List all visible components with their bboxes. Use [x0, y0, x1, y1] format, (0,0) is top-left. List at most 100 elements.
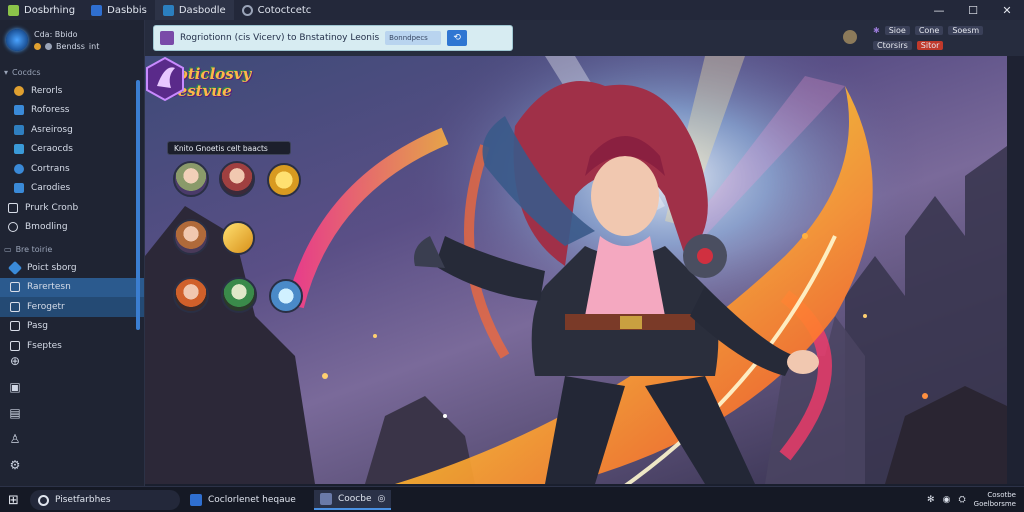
toolbar-right: ✱ Sioe Cone Soesm Ctorsirs Sitor [873, 23, 1023, 55]
sidebar-item[interactable]: Asreirosg [0, 120, 144, 140]
sidebar-item-label: Pasg [27, 321, 48, 332]
sidebar-item-label: Rerorls [31, 85, 63, 96]
sidebar-section-header[interactable]: ▾ Cocdcs [0, 60, 144, 81]
sidebar-item[interactable]: Prurk Cronb [0, 198, 144, 218]
item-icon [7, 260, 23, 275]
item-icon [14, 124, 24, 135]
sidebar-section-label: Bre toirie [15, 245, 53, 254]
sidebar-header-suffix: int [88, 41, 100, 51]
close-button[interactable]: ✕ [990, 0, 1024, 20]
character-portrait[interactable] [173, 277, 209, 313]
sidebar-item[interactable]: Carodies [0, 179, 144, 199]
notification-icon[interactable]: ◉ [943, 495, 951, 505]
sidebar-item[interactable]: Ceraocds [0, 140, 144, 160]
globe-icon: ◎ [377, 494, 386, 504]
taskbar: ⊞ Pisetfarbhes Coclorlenet heqaue Coocbe… [0, 486, 1024, 512]
app-icon [8, 4, 19, 16]
sidebar-section-header[interactable]: ▭ Bre toirie [0, 237, 144, 258]
character-portrait[interactable] [221, 277, 257, 313]
sidebar-item-label: Carodies [31, 183, 71, 194]
tab-2[interactable]: Dasbbis [83, 0, 155, 20]
address-bar[interactable]: Rogriotionn (cis Vicerv) to Bnstatinoy L… [153, 25, 513, 51]
sidebar-item-label: Cortrans [31, 163, 70, 174]
folder-icon [8, 202, 18, 213]
archive-icon[interactable]: ▤ [8, 406, 22, 420]
tab-4[interactable]: Cotoctcetc [234, 0, 320, 20]
chevron-down-icon: ▾ [4, 68, 9, 77]
crystal-emblem-icon[interactable] [269, 279, 303, 313]
tab-1[interactable]: Dosbrhing [0, 0, 83, 20]
download-icon[interactable]: ⊕ [8, 354, 22, 368]
tab-bar: Dosbrhing Dasbbis Dasbodle Cotoctcetc — … [0, 0, 1024, 20]
sidebar-item-label: Asreirosg [31, 124, 73, 135]
sidebar-item[interactable]: Fseptes [0, 336, 144, 356]
sidebar-item-selected[interactable]: Rarertesn [0, 277, 144, 297]
taskbar-app-label: Coclorlenet heqaue [208, 495, 296, 505]
sidebar-item[interactable]: Rerorls [0, 81, 144, 101]
sidebar-item[interactable]: Cortrans [0, 159, 144, 179]
refresh-button[interactable]: ⟲ [447, 30, 468, 46]
globe-icon [241, 4, 253, 16]
toolbar-badge[interactable]: Cone [914, 26, 944, 35]
sidebar-item[interactable]: Poict sborg [0, 258, 144, 278]
toolbar-badge[interactable]: Sioe [884, 26, 910, 35]
tab-label: Cotoctcetc [257, 4, 312, 16]
sidebar-item[interactable]: Pasg [0, 317, 144, 337]
minimize-button[interactable]: — [922, 0, 956, 20]
app-icon [162, 4, 174, 16]
search-icon [38, 494, 49, 506]
window-icon[interactable]: ▣ [8, 380, 22, 394]
item-icon [14, 163, 24, 174]
clock[interactable]: Cosotbe Goelborsme [974, 491, 1016, 509]
sidebar-item[interactable]: Bmodling [0, 218, 144, 238]
taskbar-search[interactable]: Pisetfarbhes [30, 490, 180, 510]
tab-label: Dasbbis [107, 4, 147, 16]
toolbar-badge[interactable]: Ctorsirs [873, 41, 912, 50]
toolbar-badge[interactable]: Soesm [948, 26, 984, 35]
scrollbar-track[interactable] [1007, 56, 1024, 484]
sidebar-item-selected[interactable]: Ferogetr [0, 297, 144, 317]
character-portrait[interactable] [219, 161, 255, 197]
taskbar-search-label: Pisetfarbhes [55, 495, 111, 505]
skill-badge-icon[interactable] [145, 56, 185, 102]
character-portrait[interactable] [173, 161, 209, 197]
user-icon[interactable]: ♙ [8, 432, 22, 446]
character-portrait[interactable] [173, 219, 209, 255]
sidebar-item[interactable]: Roforess [0, 101, 144, 121]
address-field[interactable]: Bonndpecs [385, 31, 442, 45]
sword-emblem-icon[interactable] [221, 221, 255, 255]
app-icon [320, 493, 332, 505]
sidebar-header-subtitle: Bendss int [34, 42, 99, 51]
game-artwork[interactable]: Goticlosvy Bestvue Knito Gnoetis celt ba… [145, 56, 1007, 484]
settings-icon[interactable]: ⚙ [8, 458, 22, 472]
extension-icon[interactable] [843, 30, 857, 44]
tab-3[interactable]: Dasbodle [154, 0, 234, 20]
sidebar-item-label: Ceraocds [31, 144, 73, 155]
discord-icon[interactable]: ✱ [873, 26, 880, 35]
app-logo-icon[interactable] [6, 29, 28, 51]
item-icon [10, 321, 20, 332]
toolbar-badge-alert[interactable]: Sitor [916, 41, 944, 50]
item-icon [14, 144, 24, 155]
item-icon [14, 105, 24, 116]
sidebar-scrollbar[interactable] [136, 80, 140, 330]
system-tray: ✻ ◉ ⛭ Cosotbe Goelborsme [927, 491, 1016, 509]
sidebar-header-text: Cda: Bbido Bendss int [34, 30, 99, 51]
settings-icon[interactable]: ✻ [927, 495, 935, 505]
app-icon [91, 4, 103, 16]
desktop-screen: Dosbrhing Dasbbis Dasbodle Cotoctcetc — … [0, 0, 1024, 512]
sidebar-header-name: Bendss [56, 41, 85, 51]
window-controls: — ☐ ✕ [922, 0, 1024, 20]
item-icon [10, 301, 20, 312]
windows-start-icon[interactable]: ⊞ [8, 493, 19, 508]
item-icon [14, 183, 24, 194]
maximize-button[interactable]: ☐ [956, 0, 990, 20]
sidebar-item-label: Rarertesn [27, 282, 71, 293]
status-dot-icon [45, 42, 52, 50]
taskbar-app[interactable]: Coclorlenet heqaue [184, 490, 302, 510]
gold-emblem-icon[interactable] [267, 163, 301, 197]
item-icon [10, 340, 20, 351]
character-list-header: Knito Gnoetis celt baacts [167, 141, 291, 155]
network-icon[interactable]: ⛭ [958, 495, 965, 505]
taskbar-app-active[interactable]: Coocbe ◎ [314, 490, 392, 510]
